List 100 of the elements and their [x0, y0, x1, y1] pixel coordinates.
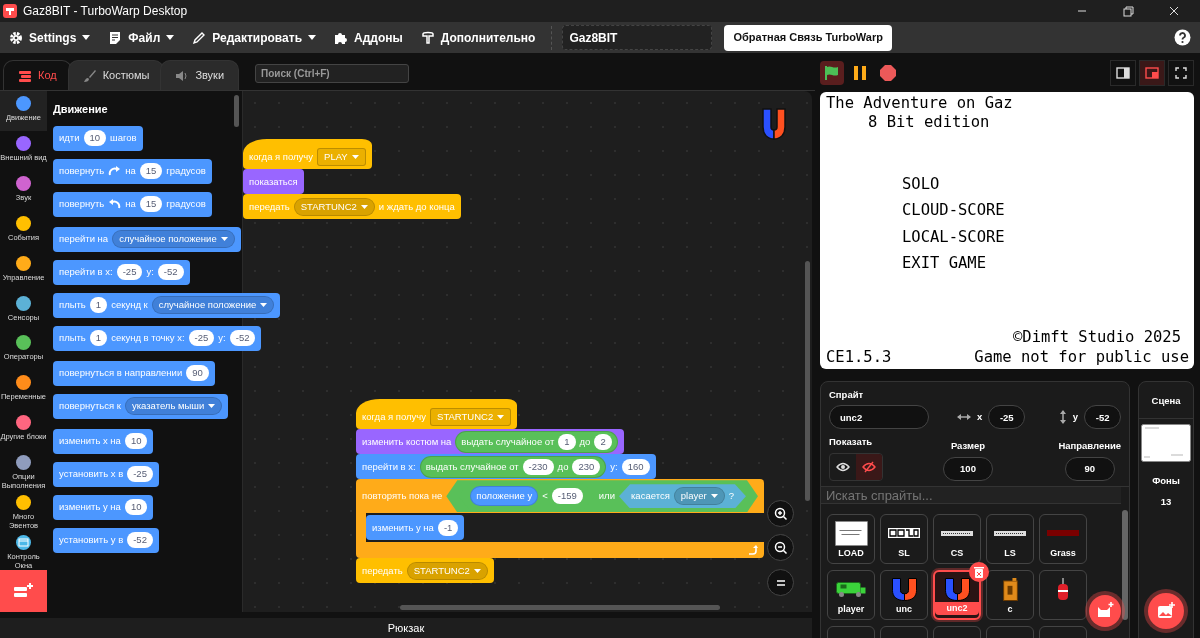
delete-button[interactable]: [969, 562, 989, 583]
sprite-tile[interactable]: unc: [880, 570, 928, 621]
number-input[interactable]: -52: [229, 329, 256, 347]
tab[interactable]: Звуки: [160, 60, 240, 90]
dropdown-input[interactable]: случайное положение: [112, 229, 235, 249]
search-field[interactable]: Поиск (Ctrl+F): [255, 64, 410, 83]
block-label: изменить у на: [372, 520, 434, 535]
direction-field[interactable]: 90: [1064, 456, 1115, 481]
code-block[interactable]: показаться: [243, 169, 304, 195]
number-input[interactable]: 10: [124, 498, 148, 516]
flag-button[interactable]: [820, 60, 844, 85]
number-input[interactable]: -159: [551, 488, 583, 505]
number-input[interactable]: 10: [124, 432, 148, 450]
fullscreen-button[interactable]: [1168, 59, 1194, 86]
number-input[interactable]: 1: [89, 329, 108, 347]
sprite-tile[interactable]: LS: [986, 514, 1034, 565]
field-label: Спрайт: [829, 388, 865, 402]
logo-icon: [420, 30, 435, 45]
dropdown-input[interactable]: указатель мыши: [124, 396, 223, 416]
code-block[interactable]: повернуться в направлении 90: [53, 360, 215, 386]
sprite-thumbnail-icon: [944, 578, 970, 602]
number-input[interactable]: 90: [186, 364, 209, 382]
sprite-thumbnail-icon: [1002, 577, 1018, 601]
sprite-thumbnail-icon: [994, 530, 1026, 536]
sprite-tile[interactable]: c: [986, 570, 1034, 621]
number-input[interactable]: -25: [116, 263, 143, 281]
number-input[interactable]: 230: [572, 458, 601, 475]
code-block[interactable]: изменить у на 10: [53, 494, 154, 520]
number-input[interactable]: 2: [594, 433, 612, 450]
scrollbar[interactable]: [805, 261, 810, 501]
stage-text: Game not for public use: [974, 347, 1189, 367]
number-input[interactable]: 15: [139, 195, 163, 213]
number-input[interactable]: -52: [127, 531, 153, 549]
code-block[interactable]: перейти в x: выдать случайное от -230 до 230 y: 160: [356, 454, 656, 480]
small-stage-button[interactable]: [1110, 59, 1136, 86]
size-field[interactable]: 100: [943, 456, 993, 481]
sprite-thumbnail-icon: [891, 577, 917, 601]
dropdown-input[interactable]: случайное положение: [151, 295, 275, 315]
menu-item[interactable]: Settings: [3, 22, 97, 53]
hide-button[interactable]: [856, 453, 882, 480]
number-input[interactable]: -230: [522, 458, 554, 475]
sprite-tile[interactable]: LOAD: [827, 514, 875, 565]
code-block[interactable]: плыть 1 секунд в точку x: -25 y: -52: [53, 325, 262, 351]
sprite-name-field[interactable]: unc2: [829, 405, 929, 430]
feedback-button[interactable]: Обратная Связь TurboWarp: [724, 24, 892, 51]
number-input[interactable]: 15: [139, 162, 163, 180]
reset-zoom-button[interactable]: [767, 569, 794, 596]
sprite-tile[interactable]: CS: [933, 514, 981, 565]
code-block[interactable]: изменить костюм на выдать случайное от 1 до 2: [356, 429, 624, 455]
rotate-right-icon: [108, 164, 122, 178]
sprite-thumbnail-icon: [1047, 530, 1079, 537]
sprite-tile[interactable]: SL: [880, 514, 928, 565]
project-title-field[interactable]: Gaz8BIT: [562, 25, 713, 50]
number-input[interactable]: -1: [437, 519, 459, 536]
x-field[interactable]: -25: [988, 405, 1026, 430]
field-label: Размер: [950, 439, 986, 454]
stop-icon: [880, 64, 896, 81]
code-block[interactable]: установить у в -52: [53, 527, 159, 553]
y-field[interactable]: -52: [1084, 405, 1122, 430]
number-input[interactable]: -25: [188, 329, 215, 347]
number-input[interactable]: -25: [127, 465, 153, 483]
code-block[interactable]: идти 10 шагов: [53, 125, 143, 151]
search-field[interactable]: Искать спрайты...: [821, 487, 1121, 505]
menu-item[interactable]: Редактировать: [186, 22, 322, 53]
code-block[interactable]: изменить у на -1: [366, 515, 465, 541]
block-label: изменить х на: [59, 433, 121, 448]
code-block[interactable]: плыть 1 секунд к случайное положение: [53, 292, 281, 318]
number-input[interactable]: -52: [157, 263, 184, 281]
zoom-out-button[interactable]: [767, 534, 794, 561]
sprite-tile[interactable]: [1039, 570, 1087, 621]
menu-item[interactable]: Дополнительно: [414, 22, 542, 53]
sprite-tile[interactable]: player: [827, 570, 875, 621]
code-block[interactable]: перейти на случайное положение: [53, 226, 241, 252]
scrollbar[interactable]: [400, 605, 720, 610]
code-block[interactable]: повернуть на 15 градусов: [53, 158, 212, 184]
scrollbar[interactable]: [1122, 510, 1129, 621]
code-block[interactable]: установить х в -25: [53, 461, 159, 487]
sprite-thumbnail-icon: [834, 520, 868, 546]
help-icon[interactable]: [1174, 29, 1191, 46]
code-block[interactable]: перейти в x: -25 y: -52: [53, 259, 190, 285]
code-block[interactable]: повернуть на 15 градусов: [53, 191, 212, 217]
zoom-in-button[interactable]: [767, 500, 794, 527]
backdrop-thumbnail-icon[interactable]: [1141, 424, 1192, 463]
speaker-icon: [175, 68, 190, 83]
number-input[interactable]: 160: [621, 458, 650, 475]
restore-icon[interactable]: [1121, 5, 1135, 17]
backpack-bar[interactable]: Рюкзак: [0, 618, 812, 638]
add-extension-button[interactable]: [0, 570, 47, 613]
code-block[interactable]: изменить х на 10: [53, 428, 154, 454]
number-input[interactable]: 10: [83, 129, 107, 147]
number-input[interactable]: 1: [558, 433, 576, 450]
block-label: y:: [146, 264, 154, 279]
code-block[interactable]: повернуться к указатель мыши: [53, 393, 229, 419]
sprite-tile[interactable]: Grass: [1039, 514, 1087, 565]
close-icon[interactable]: [1167, 5, 1181, 17]
menu-item[interactable]: Файл: [102, 22, 181, 53]
normal-stage-button[interactable]: [1139, 59, 1165, 86]
number-input[interactable]: 1: [89, 296, 108, 314]
scrollbar[interactable]: [234, 95, 239, 127]
menu-item[interactable]: Аддоны: [328, 22, 409, 53]
